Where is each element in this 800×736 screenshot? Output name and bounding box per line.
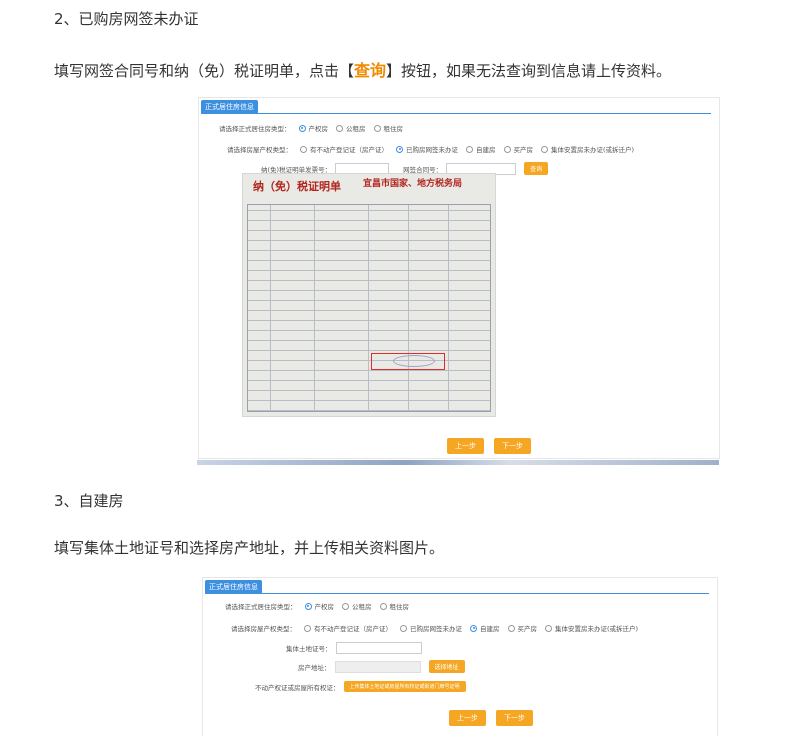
radio-property[interactable] [304,602,312,610]
radio-collective[interactable] [541,145,548,153]
ownership-type-row: 请选择房屋产权类型： 有不动产登记证（房产证） 已购房网签未办证 自建房 买产房… [227,144,634,154]
form-screenshot-1: 正式居住房信息 请选择正式居住房类型： 产权房 公租房 租住房 请选择房屋产权类… [198,97,720,459]
desc-text: 填写网签合同号和纳（免）税证明单，点击【 [54,62,355,80]
query-button[interactable]: 查询 [524,162,549,175]
radio-public-rental[interactable] [336,124,343,132]
radio-signed[interactable] [396,145,403,153]
address-input[interactable] [334,660,421,673]
radio-cert[interactable] [300,145,307,153]
option-label: 租住房 [383,125,404,133]
option-label: 集体安置房未办证(或拆迁户) [555,625,639,633]
option-label: 产权房 [308,125,329,133]
radio-collective[interactable] [545,624,552,632]
doc-org: 宜昌市国家、地方税务局 [363,179,463,189]
query-highlight: 查询 [354,61,387,80]
doc-table [247,204,491,412]
house-type-label: 请选择正式居住房类型： [225,603,297,611]
option-label: 买产房 [513,146,534,154]
land-cert-label: 集体土地证号： [286,645,332,653]
option-label: 买产房 [517,625,538,633]
option-label: 已购房网签未办证 [410,625,462,633]
next-button[interactable]: 下一步 [496,710,533,726]
option-label: 有不动产登记证（房产证） [310,146,388,154]
radio-public-rental[interactable] [342,602,349,610]
option-label: 集体安置房未办证(或拆迁户) [551,146,635,154]
ownership-type-label: 请选择房屋产权类型： [227,146,292,154]
option-label: 有不动产登记证（房产证） [314,625,392,633]
desc-text: 】按钮，如果无法查询到信息请上传资料。 [386,62,672,80]
form-section-tag: 正式居住房信息 [205,580,262,594]
form-section-tag: 正式居住房信息 [201,100,258,114]
land-cert-row: 集体土地证号： [286,642,422,654]
divider [205,593,709,594]
option-label: 公租房 [352,603,372,611]
upload-row: 不动产权证或房屋所有权证： 上传集体土地证或房屋所有权证或街道门牌号证明 [255,681,466,692]
step-nav: 上一步 下一步 [447,438,531,454]
tax-certificate-photo: 纳（免）税证明单 宜昌市国家、地方税务局 [242,173,496,417]
land-cert-input[interactable] [335,642,422,654]
radio-rented[interactable] [379,602,387,610]
radio-self-built[interactable] [470,624,477,632]
screenshot-taskbar-strip [197,460,719,465]
address-row: 房产地址： 选择地址 [298,660,465,673]
upload-button[interactable]: 上传集体土地证或房屋所有权证或街道门牌号证明 [343,681,466,692]
upload-label: 不动产权证或房屋所有权证： [255,683,340,692]
option-label: 自建房 [480,625,500,633]
radio-signed[interactable] [400,624,407,632]
contract-number-label: 网签合同号： [403,165,443,174]
prev-button[interactable]: 上一步 [447,438,484,454]
house-type-row: 请选择正式居住房类型： 产权房 公租房 租住房 [219,123,403,133]
form-screenshot-2: 正式居住房信息 请选择正式居住房类型： 产权房 公租房 租住房 请选择房屋产权类… [202,577,718,736]
option-label: 已购房网签未办证 [406,146,458,154]
tax-invoice-label: 纳(免)税证明单发票号： [261,165,332,174]
radio-self-built[interactable] [466,145,473,153]
stamp [393,355,435,367]
select-address-button[interactable]: 选择地址 [428,660,465,673]
address-label: 房产地址： [298,663,331,672]
prev-button[interactable]: 上一步 [449,710,486,726]
section2-description: 填写网签合同号和纳（免）税证明单，点击【查询】按钮，如果无法查询到信息请上传资料… [54,57,671,81]
radio-bought[interactable] [503,145,511,153]
radio-rented[interactable] [373,124,381,132]
divider [201,113,711,114]
section3-heading: 3、自建房 [54,492,124,510]
radio-cert[interactable] [304,624,311,632]
ownership-type-label: 请选择房屋产权类型： [231,625,296,633]
house-type-label: 请选择正式居住房类型： [219,125,291,133]
doc-title: 纳（免）税证明单 [253,180,341,193]
ownership-type-row: 请选择房屋产权类型： 有不动产登记证（房产证） 已购房网签未办证 自建房 买产房… [231,623,638,633]
radio-property[interactable] [298,124,306,132]
house-type-row: 请选择正式居住房类型： 产权房 公租房 租住房 [225,601,409,611]
next-button[interactable]: 下一步 [494,438,531,454]
option-label: 自建房 [476,146,496,154]
radio-bought[interactable] [507,624,515,632]
section3-description: 填写集体土地证号和选择房产地址，并上传相关资料图片。 [54,539,445,557]
section2-heading: 2、已购房网签未办证 [54,10,199,28]
option-label: 公租房 [346,125,366,133]
option-label: 产权房 [314,603,335,611]
option-label: 租住房 [389,603,410,611]
step-nav: 上一步 下一步 [449,710,533,726]
